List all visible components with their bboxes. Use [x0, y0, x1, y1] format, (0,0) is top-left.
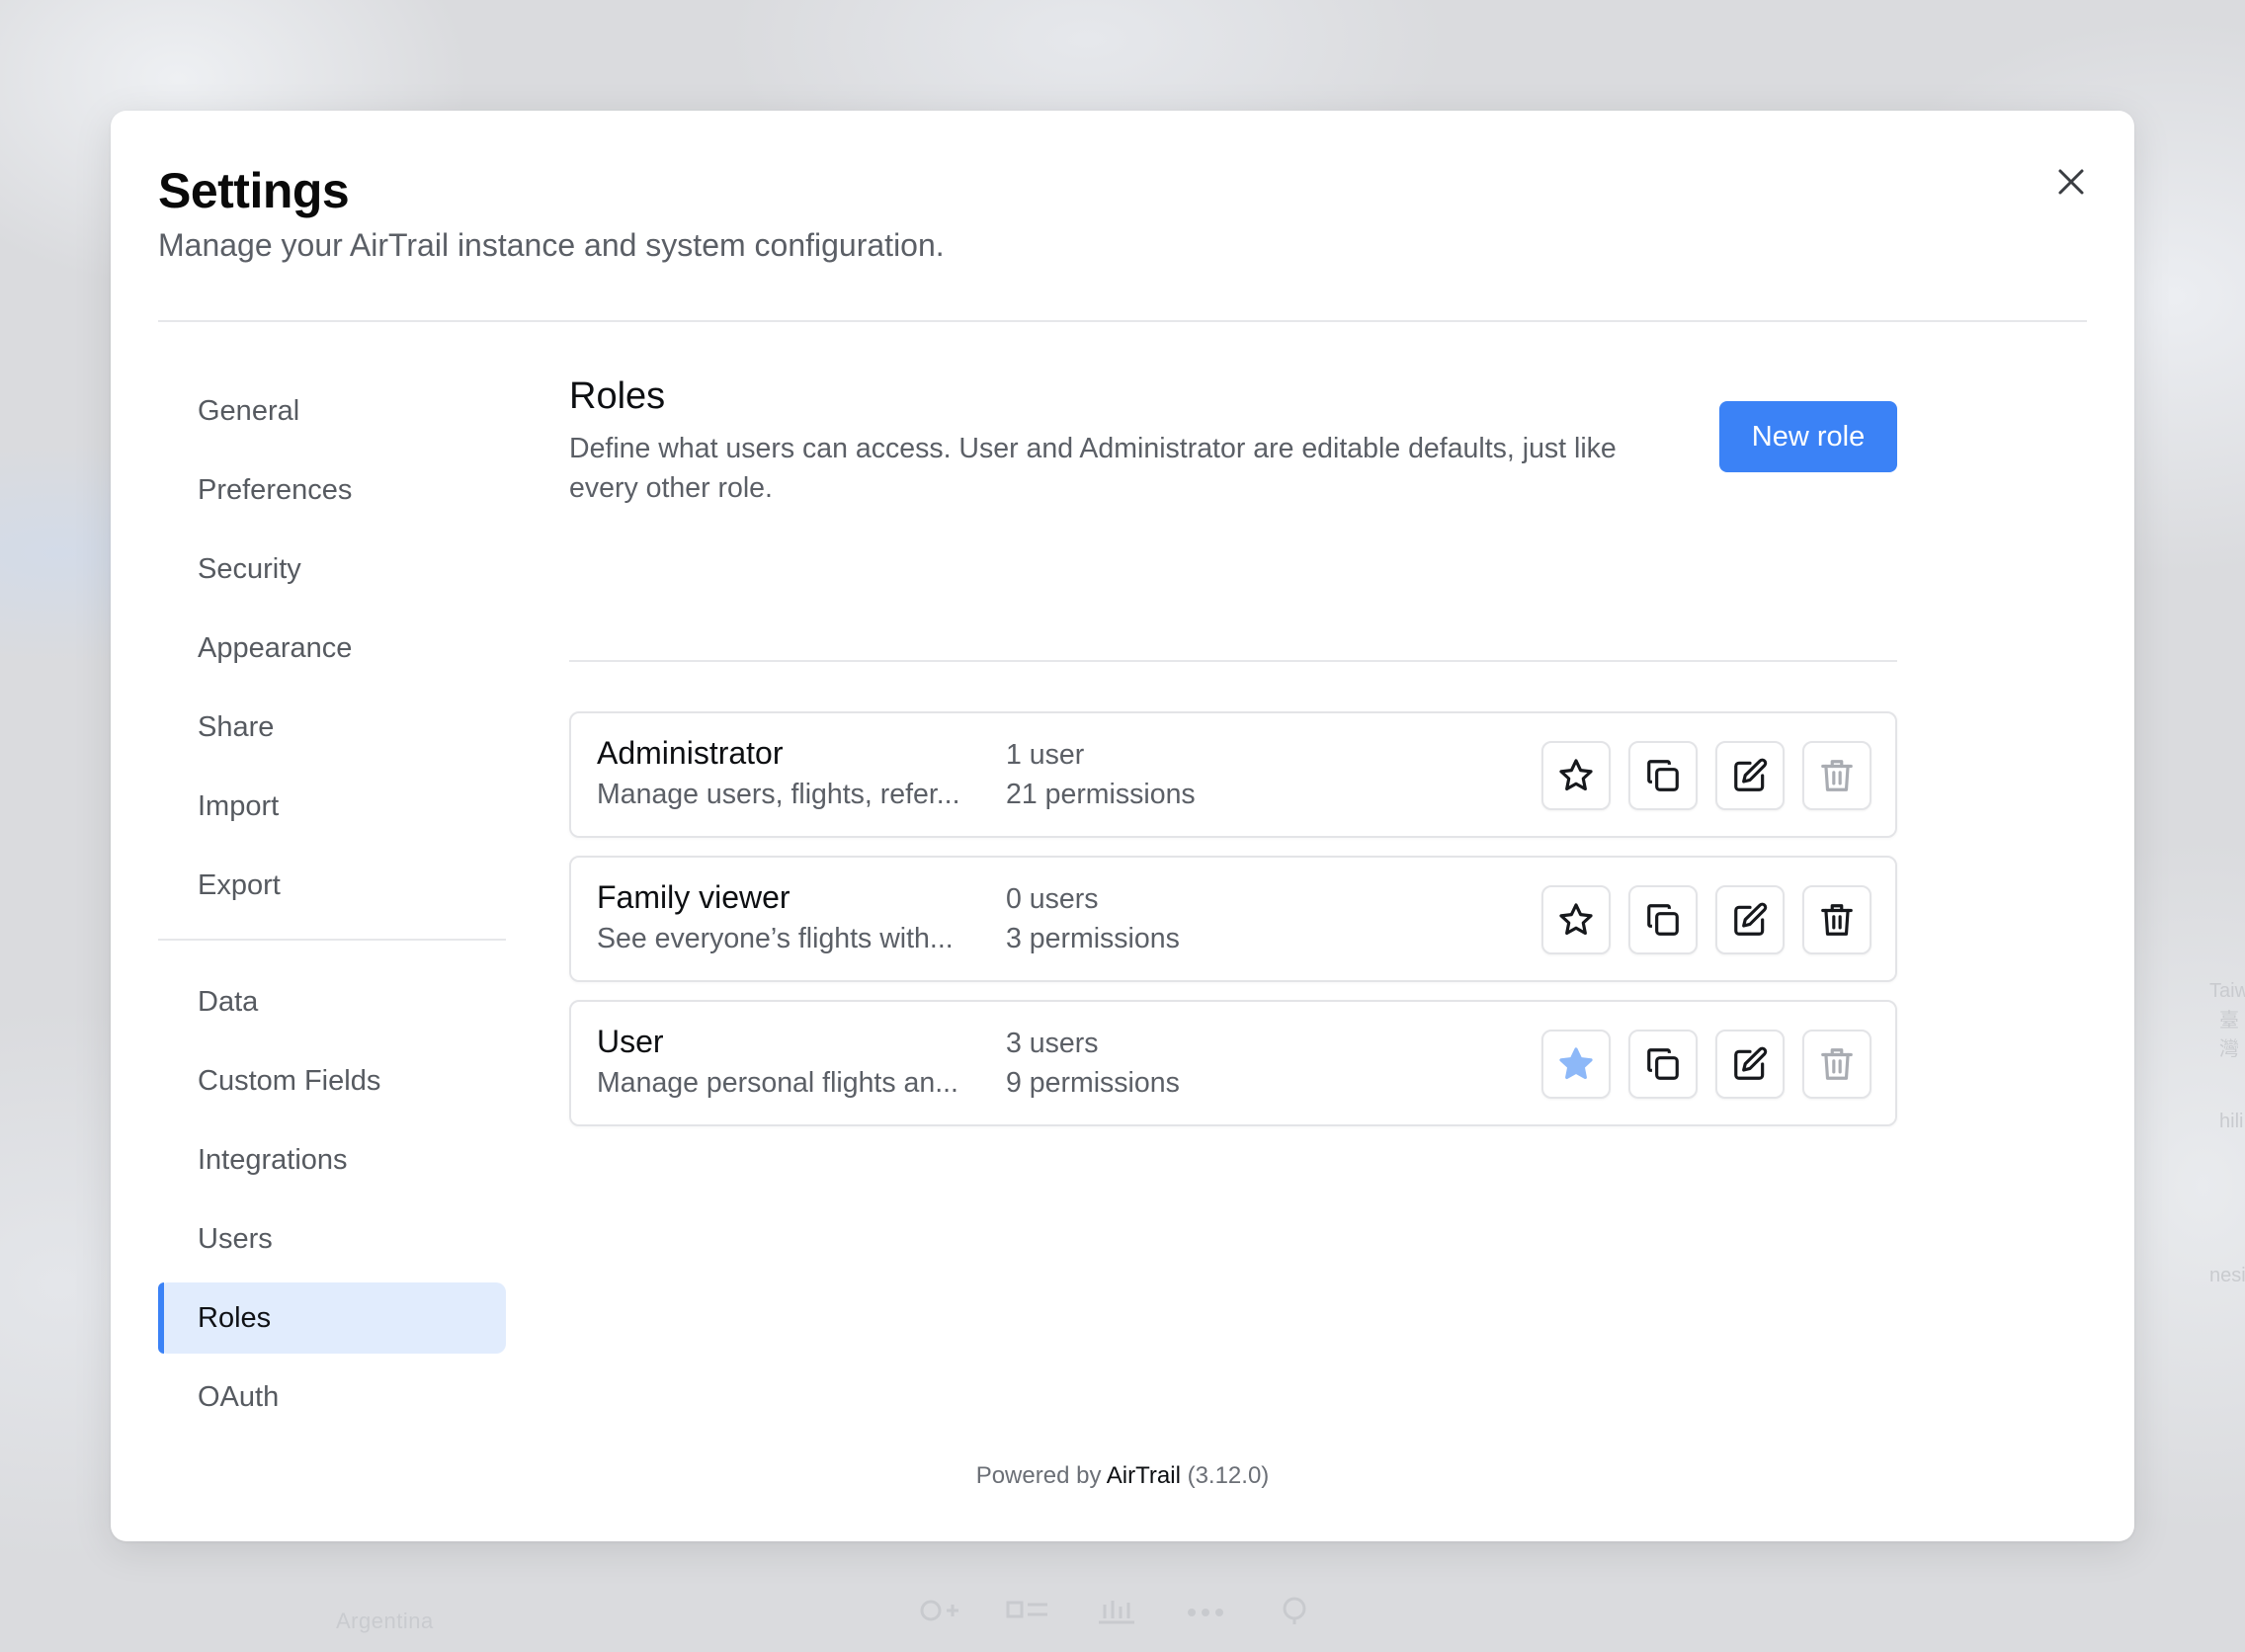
edit-button[interactable] [1715, 741, 1785, 810]
delete-button[interactable] [1802, 1030, 1871, 1099]
role-user-count: 3 users [1006, 1028, 1099, 1059]
trash-icon [1821, 1048, 1853, 1080]
close-button[interactable] [2045, 156, 2097, 207]
role-user-count: 1 user [1006, 739, 1085, 771]
duplicate-button[interactable] [1628, 885, 1698, 954]
copy-icon [1647, 904, 1679, 936]
background-map-label: hili [2219, 1111, 2244, 1132]
sidebar-item-integrations[interactable]: Integrations [158, 1124, 506, 1196]
sidebar-item-data[interactable]: Data [158, 966, 506, 1037]
edit-icon [1734, 902, 1768, 936]
sidebar-item-general[interactable]: General [158, 375, 506, 447]
sidebar-item-users[interactable]: Users [158, 1203, 506, 1275]
delete-button[interactable] [1802, 741, 1871, 810]
copy-icon [1647, 760, 1679, 791]
sidebar-item-appearance[interactable]: Appearance [158, 613, 506, 684]
sidebar-item-preferences[interactable]: Preferences [158, 454, 506, 526]
background-map-label: 臺灣 [2219, 1010, 2239, 1060]
trash-icon [1821, 760, 1853, 791]
edit-button[interactable] [1715, 1030, 1785, 1099]
edit-icon [1734, 758, 1768, 791]
sidebar-item-share[interactable]: Share [158, 692, 506, 763]
sidebar-item-roles[interactable]: Roles [158, 1282, 506, 1354]
role-user-count: 0 users [1006, 883, 1099, 915]
sidebar-item-oauth[interactable]: OAuth [158, 1362, 506, 1433]
chart-icon [1095, 1593, 1138, 1635]
role-name: User [597, 1024, 664, 1059]
header-divider [158, 320, 2087, 322]
role-row-user: User Manage personal flights an... 3 use… [569, 1000, 1897, 1126]
sidebar-item-export[interactable]: Export [158, 850, 506, 921]
section-divider [569, 660, 1897, 662]
default-role-button[interactable] [1541, 1030, 1611, 1099]
settings-icon [1273, 1593, 1316, 1635]
role-permission-count: 3 permissions [1006, 923, 1180, 954]
role-description: See everyone’s flights with... [597, 923, 954, 954]
edit-icon [1734, 1046, 1768, 1080]
role-row-family-viewer: Family viewer See everyone’s flights wit… [569, 856, 1897, 982]
settings-sidebar: General Preferences Security Appearance … [158, 375, 506, 1441]
star-icon [1559, 903, 1593, 936]
background-dock [870, 1579, 1364, 1648]
role-list: Administrator Manage users, flights, ref… [569, 711, 1897, 1144]
role-permission-count: 9 permissions [1006, 1067, 1180, 1099]
settings-modal: Settings Manage your AirTrail instance a… [111, 111, 2134, 1541]
set-default-button[interactable] [1541, 741, 1611, 810]
sidebar-divider [158, 939, 506, 941]
role-row-administrator: Administrator Manage users, flights, ref… [569, 711, 1897, 838]
role-description: Manage users, flights, refer... [597, 779, 960, 810]
new-role-button[interactable]: New role [1719, 401, 1897, 472]
section-description: Define what users can access. User and A… [569, 433, 1617, 504]
sidebar-item-security[interactable]: Security [158, 534, 506, 605]
footer: Powered by AirTrail (3.12.0) [111, 1462, 2134, 1490]
role-name: Administrator [597, 735, 784, 771]
background-map-label: nesi [2209, 1265, 2245, 1286]
sidebar-item-custom-fields[interactable]: Custom Fields [158, 1045, 506, 1116]
list-icon [1006, 1593, 1049, 1635]
duplicate-button[interactable] [1628, 1030, 1698, 1099]
role-name: Family viewer [597, 879, 790, 915]
duplicate-button[interactable] [1628, 741, 1698, 810]
copy-icon [1647, 1048, 1679, 1080]
more-icon [1184, 1593, 1227, 1635]
section-title: Roles [569, 375, 666, 417]
role-permission-count: 21 permissions [1006, 779, 1196, 810]
set-default-button[interactable] [1541, 885, 1611, 954]
close-icon [2058, 169, 2084, 195]
footer-version: (3.12.0) [1187, 1462, 1270, 1489]
delete-button[interactable] [1802, 885, 1871, 954]
trash-icon [1821, 904, 1853, 936]
role-actions [1541, 1030, 1871, 1099]
modal-title: Settings [158, 163, 350, 218]
footer-brand-link[interactable]: AirTrail [1107, 1462, 1181, 1489]
role-actions [1541, 885, 1871, 954]
star-icon [1559, 759, 1593, 791]
background-map-label: Argentina [336, 1609, 434, 1633]
sidebar-item-import[interactable]: Import [158, 771, 506, 842]
star-filled-icon [1559, 1047, 1593, 1080]
modal-subtitle: Manage your AirTrail instance and system… [158, 227, 945, 263]
footer-prefix: Powered by [975, 1462, 1102, 1489]
add-user-icon [917, 1593, 960, 1635]
background-map-label: Taiw [2209, 980, 2245, 1002]
role-actions [1541, 741, 1871, 810]
edit-button[interactable] [1715, 885, 1785, 954]
role-description: Manage personal flights an... [597, 1067, 958, 1099]
